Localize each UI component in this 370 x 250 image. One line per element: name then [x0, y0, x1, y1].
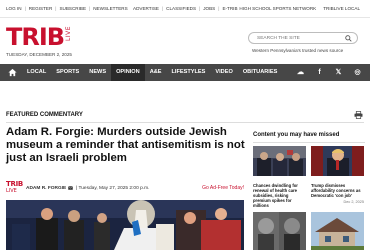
card-date: Dec 2, 2025 [343, 200, 364, 204]
nav-item-video[interactable]: VIDEO [210, 64, 237, 81]
sidebar-title: Content you may have missed [253, 132, 340, 138]
register-link[interactable]: REGISTER [29, 6, 52, 11]
nav-item-obituaries[interactable]: OBITUARIES [238, 64, 283, 81]
logo-wordmark: TRIB [6, 23, 65, 51]
weather-icon[interactable]: ☁ [296, 68, 305, 77]
print-icon[interactable] [354, 111, 363, 119]
separator: | [218, 6, 220, 11]
byline: TRIB LIVE ADAM R. FORGIE | Tuesday, May … [6, 181, 246, 195]
sidebar-card[interactable]: Chances dwindling for renewal of health … [253, 146, 306, 208]
advertise-link[interactable]: ADVERTISE [133, 6, 159, 11]
nav-item-sports[interactable]: SPORTS [51, 64, 84, 81]
nav-item-ae[interactable]: A&E [145, 64, 167, 81]
service-links: ADVERTISE | CLASSIFIEDS | JOBS | E-TRIB [133, 6, 238, 11]
separator: | [55, 6, 57, 11]
byline-logo-wordmark: TRIB [6, 180, 23, 188]
separator: | [199, 6, 201, 11]
separator: | [24, 6, 26, 11]
account-links: LOG IN | REGISTER | SUBSCRIBE | NEWSLETTERS [6, 6, 128, 11]
byline-logo: TRIB LIVE [6, 180, 23, 195]
byline-logo-sub: LIVE [6, 188, 17, 194]
dateline: TUESDAY, DECEMBER 2, 2025 [6, 52, 72, 57]
nav-item-news[interactable]: NEWS [84, 64, 111, 81]
jobs-link[interactable]: JOBS [203, 6, 215, 11]
subscribe-link[interactable]: SUBSCRIBE [59, 6, 86, 11]
classifieds-link[interactable]: CLASSIFIEDS [166, 6, 196, 11]
nav-item-lifestyles[interactable]: LIFESTYLES [167, 64, 211, 81]
email-icon[interactable] [68, 186, 73, 190]
hs-sports-link[interactable]: HIGH SCHOOL SPORTS NETWORK [239, 6, 316, 11]
card-caption[interactable]: Trump dismisses affordability concerns a… [311, 183, 364, 198]
instagram-icon[interactable]: ◎ [353, 68, 362, 77]
site-logo[interactable]: TRIB LIVE [6, 25, 72, 49]
utility-bar: LOG IN | REGISTER | SUBSCRIBE | NEWSLETTERS… [0, 0, 370, 18]
newsletters-link[interactable]: NEWSLETTERS [93, 6, 127, 11]
publish-date: | Tuesday, May 27, 2025 2:00 p.m. [76, 186, 150, 191]
article-headline: Adam R. Forgie: Murders outside Jewish m… [6, 126, 245, 164]
section-label[interactable]: FEATURED COMMENTARY [6, 112, 83, 118]
article-photo[interactable] [6, 200, 244, 250]
network-links: HIGH SCHOOL SPORTS NETWORK TRIBLIVE LOCA… [239, 6, 360, 11]
ad-free-link[interactable]: Go Ad-Free Today! [202, 185, 244, 191]
tagline: Western Pennsylvania's trusted news sour… [252, 48, 344, 53]
separator: | [161, 6, 164, 11]
etrib-link[interactable]: E-TRIB [222, 6, 237, 11]
separator: | [89, 6, 91, 11]
author-name[interactable]: ADAM R. FORGIE [26, 186, 66, 191]
main-nav: LOCAL SPORTS NEWS OPINION A&E LIFESTYLES… [0, 64, 370, 81]
home-icon[interactable] [8, 68, 17, 77]
card-thumbnail[interactable] [311, 146, 364, 176]
card-thumbnail[interactable] [253, 212, 306, 250]
logo-sub: LIVE [65, 26, 73, 42]
nav-item-opinion[interactable]: OPINION [111, 64, 145, 81]
nav-item-local[interactable]: LOCAL [22, 64, 51, 81]
divider [253, 142, 365, 143]
nav-items: LOCAL SPORTS NEWS OPINION A&E LIFESTYLES… [22, 64, 282, 81]
card-thumbnail[interactable] [311, 212, 364, 250]
login-link[interactable]: LOG IN [6, 6, 22, 11]
search-input[interactable] [257, 35, 342, 42]
search-icon[interactable] [345, 35, 352, 42]
facebook-icon[interactable]: f [315, 68, 324, 77]
search-box[interactable] [248, 32, 358, 44]
card-caption[interactable]: Chances dwindling for renewal of health … [253, 183, 306, 208]
x-icon[interactable]: 𝕏 [334, 68, 343, 77]
divider [6, 122, 364, 123]
triblive-local-link[interactable]: TRIBLIVE LOCAL [323, 6, 360, 11]
social-links: ☁ f 𝕏 ◎ [296, 68, 362, 77]
sidebar-card[interactable]: Trump dismisses affordability concerns a… [311, 146, 364, 204]
card-thumbnail[interactable] [253, 146, 306, 176]
